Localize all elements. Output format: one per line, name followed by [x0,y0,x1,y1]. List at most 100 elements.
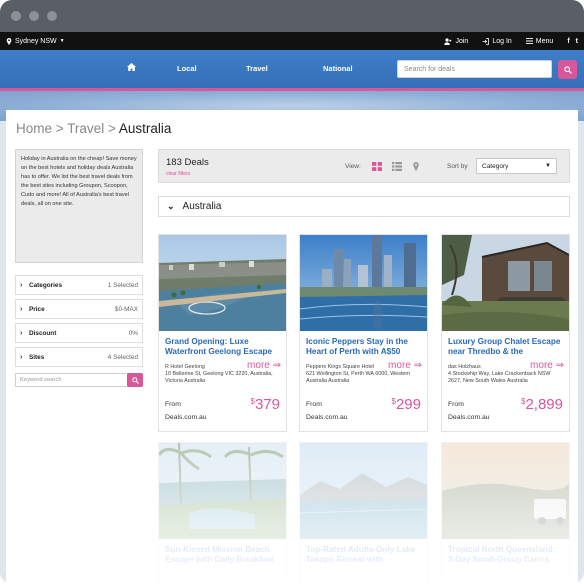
search-icon [563,65,572,74]
clear-filters-link[interactable]: clear filters [166,171,190,177]
deal-title[interactable]: Top-Rated Adults-Only Lake Tekapo Retrea… [300,539,427,565]
breadcrumb-travel[interactable]: Travel [67,121,104,136]
nav-link-local[interactable]: Local [177,64,197,73]
currency-symbol: $ [250,397,255,406]
deal-card[interactable]: Grand Opening: Luxe Waterfront Geelong E… [158,234,287,432]
menu-label: Menu [535,37,554,45]
keyword-search-button[interactable] [127,373,143,387]
deal-provider: Deals.com.au [165,414,207,421]
chevron-right-icon: › [20,281,23,289]
deal-price: $299 [392,396,421,413]
results-toolbar: 183 Deals clear filters View: Sort by Ca… [158,149,570,183]
browser-window: Sydney NSW ▼ Join Log In Menu f t Local [0,0,584,584]
deal-title[interactable]: Grand Opening: Luxe Waterfront Geelong E… [159,331,286,357]
window-maximize-dot[interactable] [47,11,57,21]
breadcrumb-separator: > [107,121,116,136]
deal-image-thredbo-chalet [442,235,569,331]
filter-categories[interactable]: › Categories 1 Selected [15,275,143,295]
deal-title[interactable]: Luxury Group Chalet Escape near Thredbo … [442,331,569,357]
deal-search-input[interactable]: Search for deals [397,60,552,78]
window-titlebar [0,0,584,32]
map-view-icon[interactable] [411,162,421,171]
filter-value: 0% [128,329,138,337]
deal-card[interactable]: Sun-Kissed Mission Beach Escape with Dai… [158,442,287,584]
breadcrumb-separator: > [55,121,64,136]
nav-link-travel[interactable]: Travel [246,64,268,73]
join-link[interactable]: Join [444,38,468,45]
deal-image-perth-skyline [300,235,427,331]
deal-provider: Deals.com.au [306,414,348,421]
filter-value: $0-MAX [114,305,138,313]
sign-in-icon [482,37,490,45]
window-minimize-dot[interactable] [29,11,39,21]
menu-button[interactable]: Menu [525,37,554,45]
hamburger-icon [525,38,533,44]
currency-symbol: $ [521,397,526,406]
price-amount: 2,899 [525,396,563,413]
breadcrumb-home[interactable]: Home [16,121,52,136]
sort-value: Category [482,163,509,170]
more-link[interactable]: more ⇒ [244,360,281,371]
chevron-right-icon: › [20,305,23,313]
deals-count: 183 Deals [166,157,209,168]
filter-price[interactable]: › Price $0-MAX [15,299,143,319]
price-from-label: From [448,401,464,408]
sort-select[interactable]: Category ▼ [476,158,557,174]
search-icon [131,376,139,384]
nav-link-national[interactable]: National [323,64,353,73]
grid-view-icon[interactable] [372,162,382,171]
list-view-icon[interactable] [392,162,402,171]
breadcrumb: Home > Travel > Australia [16,121,171,136]
more-link[interactable]: more ⇒ [385,360,422,371]
deal-card[interactable]: Luxury Group Chalet Escape near Thredbo … [441,234,570,432]
deal-search-button[interactable] [558,60,577,79]
chevron-right-icon: › [20,329,23,337]
deal-title[interactable]: Tropical North Queensland: 3-Day Small-G… [442,539,569,565]
deal-image-geelong-waterfront [159,235,286,331]
user-plus-icon [444,37,452,45]
region-title: Australia [182,201,222,212]
main-content: Home > Travel > Australia Holiday in Aus… [6,110,578,584]
filter-label: Sites [29,353,45,361]
deal-image-lake-tekapo [300,443,427,539]
intro-text: Holiday in Australia on the cheap! Save … [15,149,143,263]
location-label: Sydney NSW [15,37,57,45]
deal-card[interactable]: Top-Rated Adults-Only Lake Tekapo Retrea… [299,442,428,584]
main-navbar: Local Travel National Search for deals [0,50,584,91]
filter-discount[interactable]: › Discount 0% [15,323,143,343]
location-selector[interactable]: Sydney NSW ▼ [6,37,65,45]
filter-label: Categories [29,281,63,289]
deal-title[interactable]: Sun-Kissed Mission Beach Escape with Dai… [159,539,286,565]
price-from-label: From [165,401,181,408]
deal-provider: Deals.com.au [448,414,490,421]
chevron-down-icon: ▼ [59,38,65,44]
region-header[interactable]: ⌄ Australia [158,196,570,217]
price-amount: 299 [395,396,421,413]
deal-card[interactable]: Tropical North Queensland: 3-Day Small-G… [441,442,570,584]
caret-down-icon: ▼ [545,163,551,169]
deal-price: $2,899 [521,396,563,413]
twitter-icon[interactable]: t [576,38,578,45]
deal-card[interactable]: Iconic Peppers Stay in the Heart of Pert… [299,234,428,432]
facebook-icon[interactable]: f [567,38,569,45]
sort-label: Sort by [447,163,468,170]
keyword-search-input[interactable]: Keyword search [15,373,128,387]
join-label: Join [455,37,469,45]
window-close-dot[interactable] [11,11,21,21]
filter-label: Price [29,305,45,313]
login-link[interactable]: Log In [482,37,512,45]
filter-value: 4 Selected [107,353,138,361]
filter-value: 1 Selected [107,281,138,289]
deal-price: $379 [251,396,280,413]
price-from-label: From [306,401,322,408]
price-amount: 379 [254,396,280,413]
home-icon[interactable] [127,63,136,71]
deal-image-mission-beach [159,443,286,539]
filter-sites[interactable]: › Sites 4 Selected [15,347,143,367]
login-label: Log In [492,37,512,45]
deal-title[interactable]: Iconic Peppers Stay in the Heart of Pert… [300,331,427,357]
chevron-down-icon: ⌄ [167,201,175,211]
filter-label: Discount [29,329,57,337]
chevron-right-icon: › [20,353,23,361]
more-link[interactable]: more ⇒ [527,360,564,371]
